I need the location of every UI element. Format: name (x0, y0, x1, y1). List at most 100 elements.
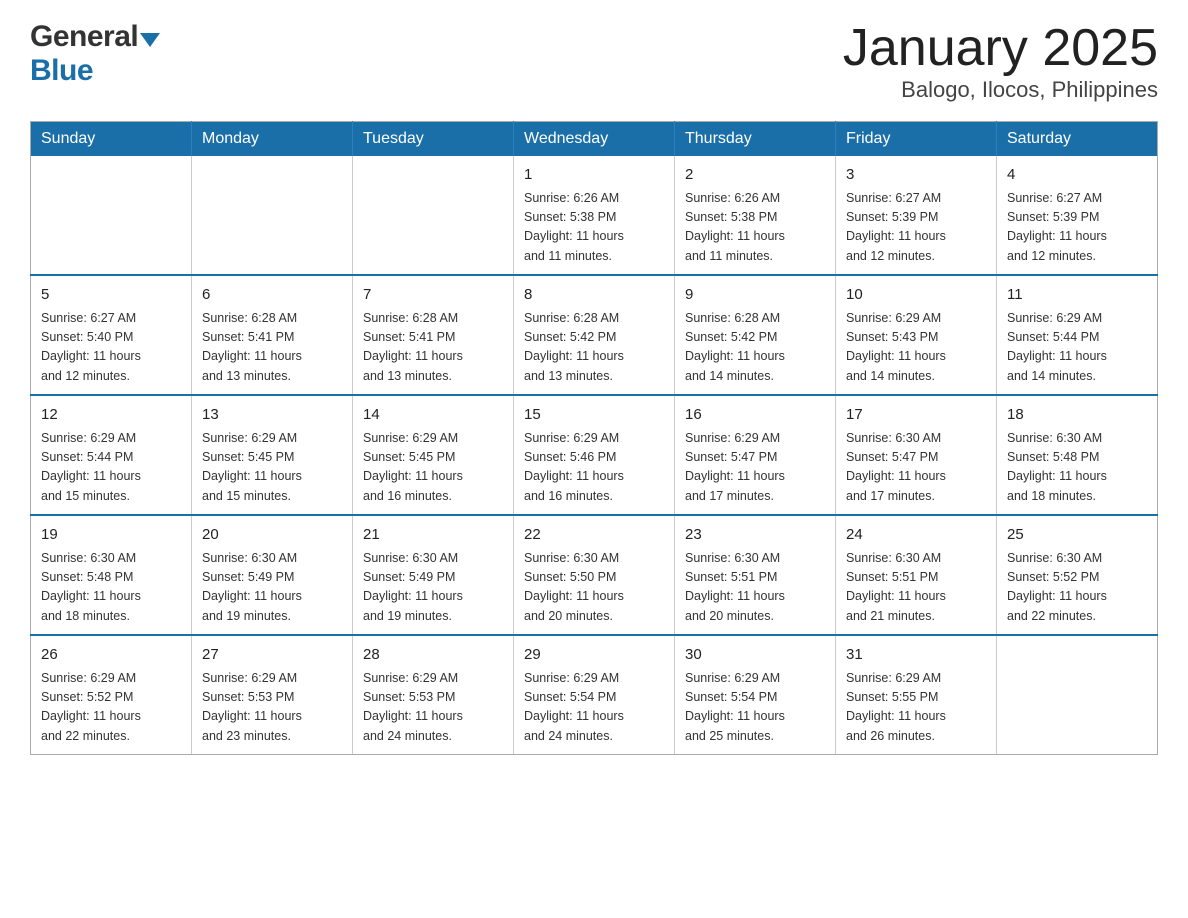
calendar-day-29: 29Sunrise: 6:29 AM Sunset: 5:54 PM Dayli… (514, 635, 675, 755)
calendar-day-16: 16Sunrise: 6:29 AM Sunset: 5:47 PM Dayli… (675, 395, 836, 515)
calendar-empty-cell (353, 156, 514, 275)
calendar-day-5: 5Sunrise: 6:27 AM Sunset: 5:40 PM Daylig… (31, 275, 192, 395)
calendar-day-11: 11Sunrise: 6:29 AM Sunset: 5:44 PM Dayli… (997, 275, 1158, 395)
day-info: Sunrise: 6:29 AM Sunset: 5:54 PM Dayligh… (524, 669, 664, 747)
calendar-day-13: 13Sunrise: 6:29 AM Sunset: 5:45 PM Dayli… (192, 395, 353, 515)
calendar-header-thursday: Thursday (675, 122, 836, 157)
calendar-day-2: 2Sunrise: 6:26 AM Sunset: 5:38 PM Daylig… (675, 156, 836, 275)
calendar-header-tuesday: Tuesday (353, 122, 514, 157)
calendar-day-25: 25Sunrise: 6:30 AM Sunset: 5:52 PM Dayli… (997, 515, 1158, 635)
day-info: Sunrise: 6:29 AM Sunset: 5:44 PM Dayligh… (1007, 309, 1147, 387)
day-number: 12 (41, 404, 181, 427)
calendar-day-6: 6Sunrise: 6:28 AM Sunset: 5:41 PM Daylig… (192, 275, 353, 395)
calendar-header-sunday: Sunday (31, 122, 192, 157)
calendar-day-19: 19Sunrise: 6:30 AM Sunset: 5:48 PM Dayli… (31, 515, 192, 635)
day-info: Sunrise: 6:28 AM Sunset: 5:42 PM Dayligh… (524, 309, 664, 387)
calendar-day-3: 3Sunrise: 6:27 AM Sunset: 5:39 PM Daylig… (836, 156, 997, 275)
calendar-week-row: 19Sunrise: 6:30 AM Sunset: 5:48 PM Dayli… (31, 515, 1158, 635)
day-number: 18 (1007, 404, 1147, 427)
day-info: Sunrise: 6:26 AM Sunset: 5:38 PM Dayligh… (524, 189, 664, 267)
title-block: January 2025 Balogo, Ilocos, Philippines (843, 20, 1158, 103)
day-number: 31 (846, 644, 986, 667)
day-info: Sunrise: 6:28 AM Sunset: 5:42 PM Dayligh… (685, 309, 825, 387)
day-number: 1 (524, 164, 664, 187)
page-subtitle: Balogo, Ilocos, Philippines (843, 77, 1158, 103)
calendar-header-monday: Monday (192, 122, 353, 157)
calendar-day-8: 8Sunrise: 6:28 AM Sunset: 5:42 PM Daylig… (514, 275, 675, 395)
calendar-week-row: 1Sunrise: 6:26 AM Sunset: 5:38 PM Daylig… (31, 156, 1158, 275)
calendar-table: SundayMondayTuesdayWednesdayThursdayFrid… (30, 121, 1158, 755)
day-number: 25 (1007, 524, 1147, 547)
day-info: Sunrise: 6:27 AM Sunset: 5:39 PM Dayligh… (1007, 189, 1147, 267)
day-info: Sunrise: 6:30 AM Sunset: 5:48 PM Dayligh… (41, 549, 181, 627)
day-number: 24 (846, 524, 986, 547)
calendar-day-1: 1Sunrise: 6:26 AM Sunset: 5:38 PM Daylig… (514, 156, 675, 275)
page-header: General Blue January 2025 Balogo, Ilocos… (30, 20, 1158, 103)
calendar-day-10: 10Sunrise: 6:29 AM Sunset: 5:43 PM Dayli… (836, 275, 997, 395)
calendar-day-21: 21Sunrise: 6:30 AM Sunset: 5:49 PM Dayli… (353, 515, 514, 635)
day-info: Sunrise: 6:30 AM Sunset: 5:48 PM Dayligh… (1007, 429, 1147, 507)
day-number: 30 (685, 644, 825, 667)
day-info: Sunrise: 6:30 AM Sunset: 5:49 PM Dayligh… (363, 549, 503, 627)
calendar-day-12: 12Sunrise: 6:29 AM Sunset: 5:44 PM Dayli… (31, 395, 192, 515)
logo-arrow-icon (140, 33, 160, 47)
day-number: 13 (202, 404, 342, 427)
calendar-day-28: 28Sunrise: 6:29 AM Sunset: 5:53 PM Dayli… (353, 635, 514, 755)
day-number: 21 (363, 524, 503, 547)
calendar-empty-cell (31, 156, 192, 275)
day-number: 3 (846, 164, 986, 187)
calendar-header-wednesday: Wednesday (514, 122, 675, 157)
calendar-day-15: 15Sunrise: 6:29 AM Sunset: 5:46 PM Dayli… (514, 395, 675, 515)
day-info: Sunrise: 6:29 AM Sunset: 5:45 PM Dayligh… (363, 429, 503, 507)
day-number: 23 (685, 524, 825, 547)
calendar-day-31: 31Sunrise: 6:29 AM Sunset: 5:55 PM Dayli… (836, 635, 997, 755)
day-info: Sunrise: 6:29 AM Sunset: 5:44 PM Dayligh… (41, 429, 181, 507)
day-number: 22 (524, 524, 664, 547)
day-info: Sunrise: 6:29 AM Sunset: 5:55 PM Dayligh… (846, 669, 986, 747)
calendar-day-4: 4Sunrise: 6:27 AM Sunset: 5:39 PM Daylig… (997, 156, 1158, 275)
calendar-day-9: 9Sunrise: 6:28 AM Sunset: 5:42 PM Daylig… (675, 275, 836, 395)
calendar-week-row: 12Sunrise: 6:29 AM Sunset: 5:44 PM Dayli… (31, 395, 1158, 515)
day-number: 4 (1007, 164, 1147, 187)
day-info: Sunrise: 6:30 AM Sunset: 5:51 PM Dayligh… (685, 549, 825, 627)
day-number: 14 (363, 404, 503, 427)
calendar-day-30: 30Sunrise: 6:29 AM Sunset: 5:54 PM Dayli… (675, 635, 836, 755)
calendar-day-7: 7Sunrise: 6:28 AM Sunset: 5:41 PM Daylig… (353, 275, 514, 395)
calendar-day-26: 26Sunrise: 6:29 AM Sunset: 5:52 PM Dayli… (31, 635, 192, 755)
day-info: Sunrise: 6:27 AM Sunset: 5:39 PM Dayligh… (846, 189, 986, 267)
day-info: Sunrise: 6:30 AM Sunset: 5:49 PM Dayligh… (202, 549, 342, 627)
day-number: 2 (685, 164, 825, 187)
day-info: Sunrise: 6:29 AM Sunset: 5:52 PM Dayligh… (41, 669, 181, 747)
day-number: 7 (363, 284, 503, 307)
day-number: 11 (1007, 284, 1147, 307)
day-number: 6 (202, 284, 342, 307)
calendar-day-24: 24Sunrise: 6:30 AM Sunset: 5:51 PM Dayli… (836, 515, 997, 635)
calendar-day-14: 14Sunrise: 6:29 AM Sunset: 5:45 PM Dayli… (353, 395, 514, 515)
day-info: Sunrise: 6:28 AM Sunset: 5:41 PM Dayligh… (202, 309, 342, 387)
day-number: 26 (41, 644, 181, 667)
calendar-day-20: 20Sunrise: 6:30 AM Sunset: 5:49 PM Dayli… (192, 515, 353, 635)
calendar-header-saturday: Saturday (997, 122, 1158, 157)
day-number: 29 (524, 644, 664, 667)
logo-blue: Blue (30, 54, 93, 88)
day-info: Sunrise: 6:30 AM Sunset: 5:51 PM Dayligh… (846, 549, 986, 627)
day-number: 15 (524, 404, 664, 427)
day-info: Sunrise: 6:29 AM Sunset: 5:53 PM Dayligh… (363, 669, 503, 747)
day-info: Sunrise: 6:29 AM Sunset: 5:45 PM Dayligh… (202, 429, 342, 507)
calendar-week-row: 5Sunrise: 6:27 AM Sunset: 5:40 PM Daylig… (31, 275, 1158, 395)
day-info: Sunrise: 6:26 AM Sunset: 5:38 PM Dayligh… (685, 189, 825, 267)
day-number: 10 (846, 284, 986, 307)
day-info: Sunrise: 6:28 AM Sunset: 5:41 PM Dayligh… (363, 309, 503, 387)
day-info: Sunrise: 6:27 AM Sunset: 5:40 PM Dayligh… (41, 309, 181, 387)
calendar-empty-cell (997, 635, 1158, 755)
day-number: 27 (202, 644, 342, 667)
logo-general: General (30, 20, 138, 54)
page-title: January 2025 (843, 20, 1158, 77)
day-info: Sunrise: 6:29 AM Sunset: 5:46 PM Dayligh… (524, 429, 664, 507)
calendar-day-18: 18Sunrise: 6:30 AM Sunset: 5:48 PM Dayli… (997, 395, 1158, 515)
calendar-day-17: 17Sunrise: 6:30 AM Sunset: 5:47 PM Dayli… (836, 395, 997, 515)
calendar-day-23: 23Sunrise: 6:30 AM Sunset: 5:51 PM Dayli… (675, 515, 836, 635)
day-number: 20 (202, 524, 342, 547)
day-info: Sunrise: 6:29 AM Sunset: 5:54 PM Dayligh… (685, 669, 825, 747)
day-info: Sunrise: 6:30 AM Sunset: 5:47 PM Dayligh… (846, 429, 986, 507)
